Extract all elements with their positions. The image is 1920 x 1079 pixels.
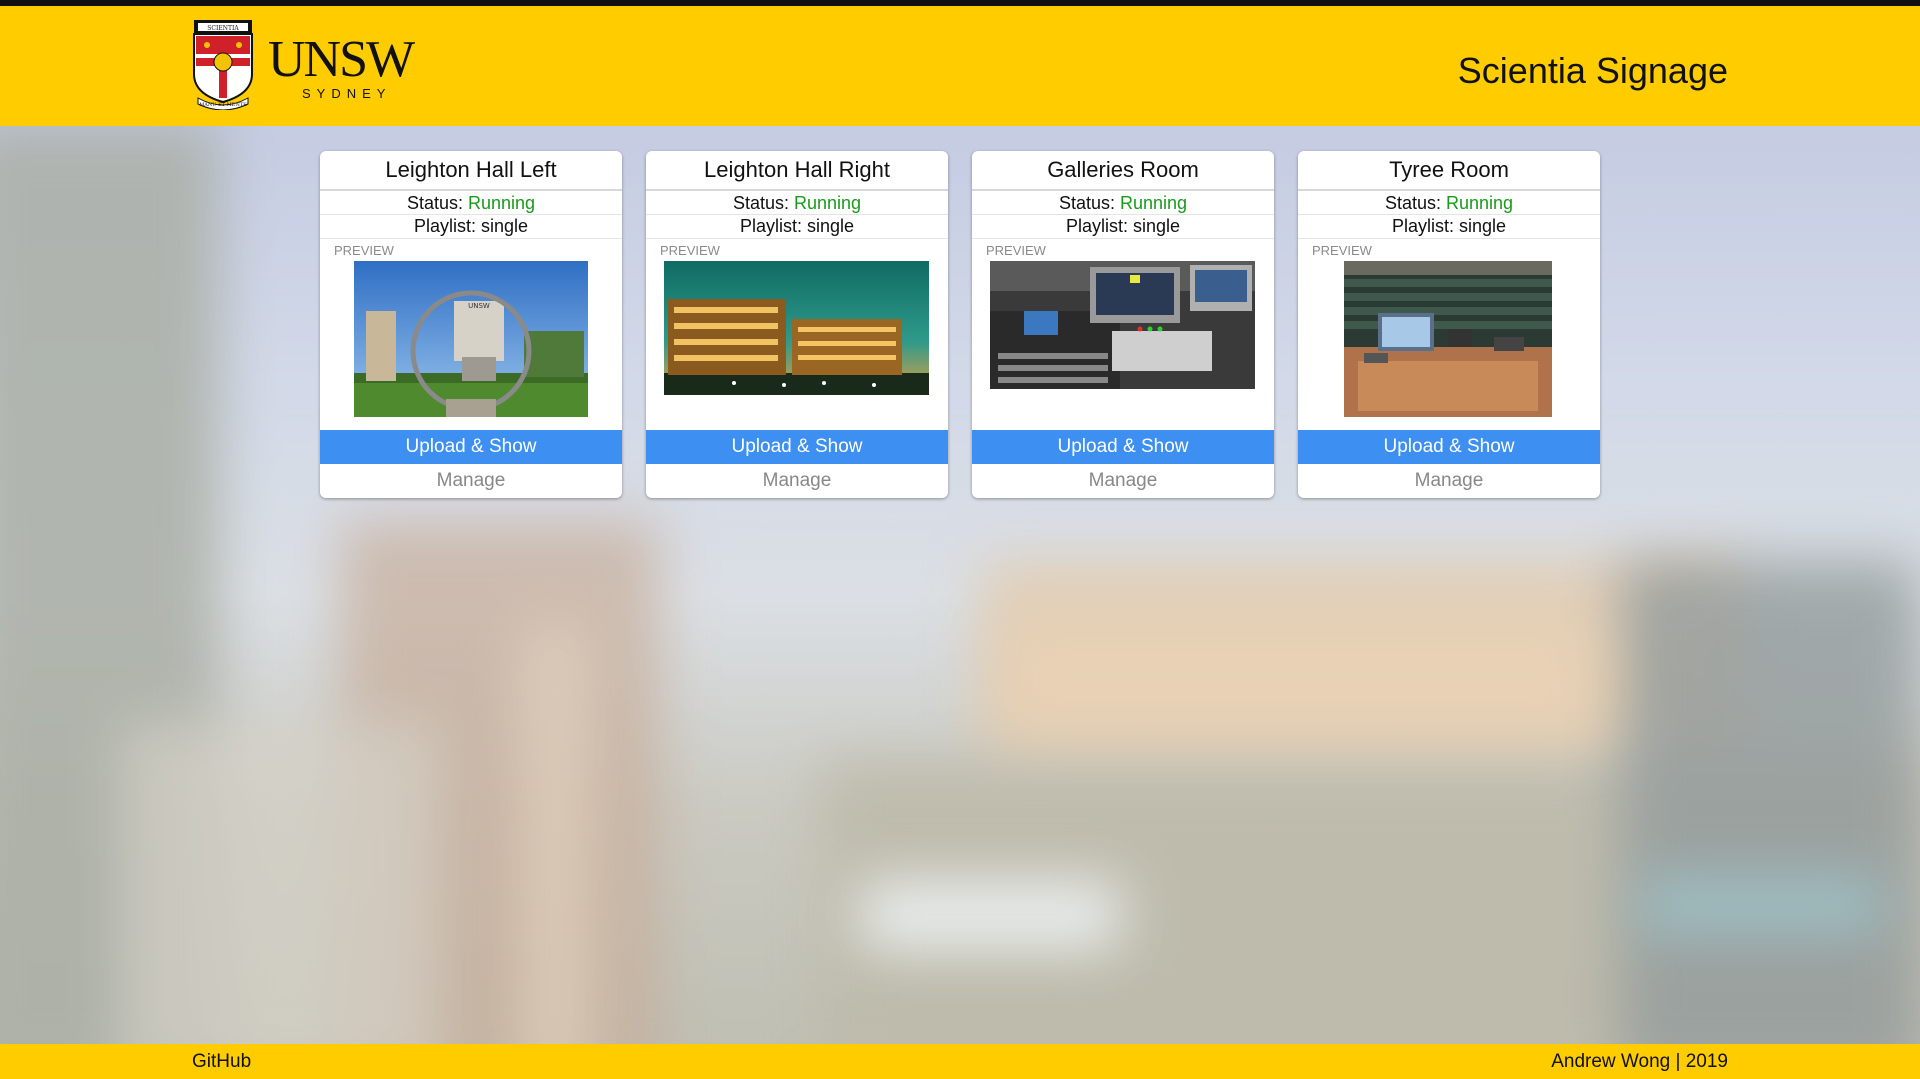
signage-card: Leighton Hall Left Status: Running Playl… bbox=[320, 151, 622, 498]
upload-show-button[interactable]: Upload & Show bbox=[972, 430, 1274, 464]
manage-button[interactable]: Manage bbox=[320, 464, 622, 498]
card-playlist: Playlist: single bbox=[646, 215, 948, 239]
card-title: Leighton Hall Right bbox=[646, 151, 948, 191]
preview-label: PREVIEW bbox=[334, 243, 394, 258]
lecture-theatre-photo-icon bbox=[1344, 261, 1552, 417]
card-playlist: Playlist: single bbox=[1298, 215, 1600, 239]
card-status: Status: Running bbox=[646, 191, 948, 215]
status-value: Running bbox=[793, 193, 862, 213]
preview-label: PREVIEW bbox=[986, 243, 1046, 258]
av-equipment-photo-icon bbox=[990, 261, 1255, 389]
card-playlist: Playlist: single bbox=[320, 215, 622, 239]
upload-show-button[interactable]: Upload & Show bbox=[1298, 430, 1600, 464]
card-status: Status: Running bbox=[972, 191, 1274, 215]
card-title: Tyree Room bbox=[1298, 151, 1600, 191]
status-value: Running bbox=[1445, 193, 1514, 213]
logo-subtitle: SYDNEY bbox=[302, 86, 392, 101]
campus-background-image bbox=[0, 0, 1920, 1079]
header-bar: SCIENTIA MANU ET MENTE UNSW SYDNEY Scien… bbox=[0, 6, 1920, 126]
footer-bar: GitHub Andrew Wong | 2019 bbox=[0, 1044, 1920, 1079]
manage-button[interactable]: Manage bbox=[1298, 464, 1600, 498]
preview-label: PREVIEW bbox=[660, 243, 720, 258]
card-status: Status: Running bbox=[320, 191, 622, 215]
signage-card: Leighton Hall Right Status: Running Play… bbox=[646, 151, 948, 498]
status-label: Status: bbox=[1384, 193, 1441, 213]
card-title: Galleries Room bbox=[972, 151, 1274, 191]
unsw-logo[interactable]: SCIENTIA MANU ET MENTE UNSW SYDNEY bbox=[192, 18, 422, 114]
manage-button[interactable]: Manage bbox=[972, 464, 1274, 498]
card-playlist: Playlist: single bbox=[972, 215, 1274, 239]
manage-button[interactable]: Manage bbox=[646, 464, 948, 498]
status-value: Running bbox=[467, 193, 536, 213]
upload-show-button[interactable]: Upload & Show bbox=[646, 430, 948, 464]
preview-label: PREVIEW bbox=[1312, 243, 1372, 258]
footer-credit: Andrew Wong | 2019 bbox=[1551, 1051, 1728, 1072]
status-label: Status: bbox=[732, 193, 789, 213]
signage-card: Tyree Room Status: Running Playlist: sin… bbox=[1298, 151, 1600, 498]
card-status: Status: Running bbox=[1298, 191, 1600, 215]
upload-show-button[interactable]: Upload & Show bbox=[320, 430, 622, 464]
svg-text:SCIENTIA: SCIENTIA bbox=[207, 25, 239, 32]
card-title: Leighton Hall Left bbox=[320, 151, 622, 191]
logo-wordmark: UNSW bbox=[268, 31, 415, 88]
signage-card: Galleries Room Status: Running Playlist:… bbox=[972, 151, 1274, 498]
building-night-photo-icon bbox=[664, 261, 929, 395]
svg-text:MANU ET MENTE: MANU ET MENTE bbox=[199, 102, 247, 108]
svg-text:UNSW: UNSW bbox=[468, 302, 490, 310]
unsw-campus-photo-icon: UNSW bbox=[354, 261, 588, 417]
status-value: Running bbox=[1119, 193, 1188, 213]
page-title: Scientia Signage bbox=[1457, 50, 1728, 91]
github-link[interactable]: GitHub bbox=[192, 1051, 251, 1073]
unsw-crest-icon: SCIENTIA MANU ET MENTE bbox=[193, 20, 253, 110]
status-label: Status: bbox=[406, 193, 463, 213]
status-label: Status: bbox=[1058, 193, 1115, 213]
